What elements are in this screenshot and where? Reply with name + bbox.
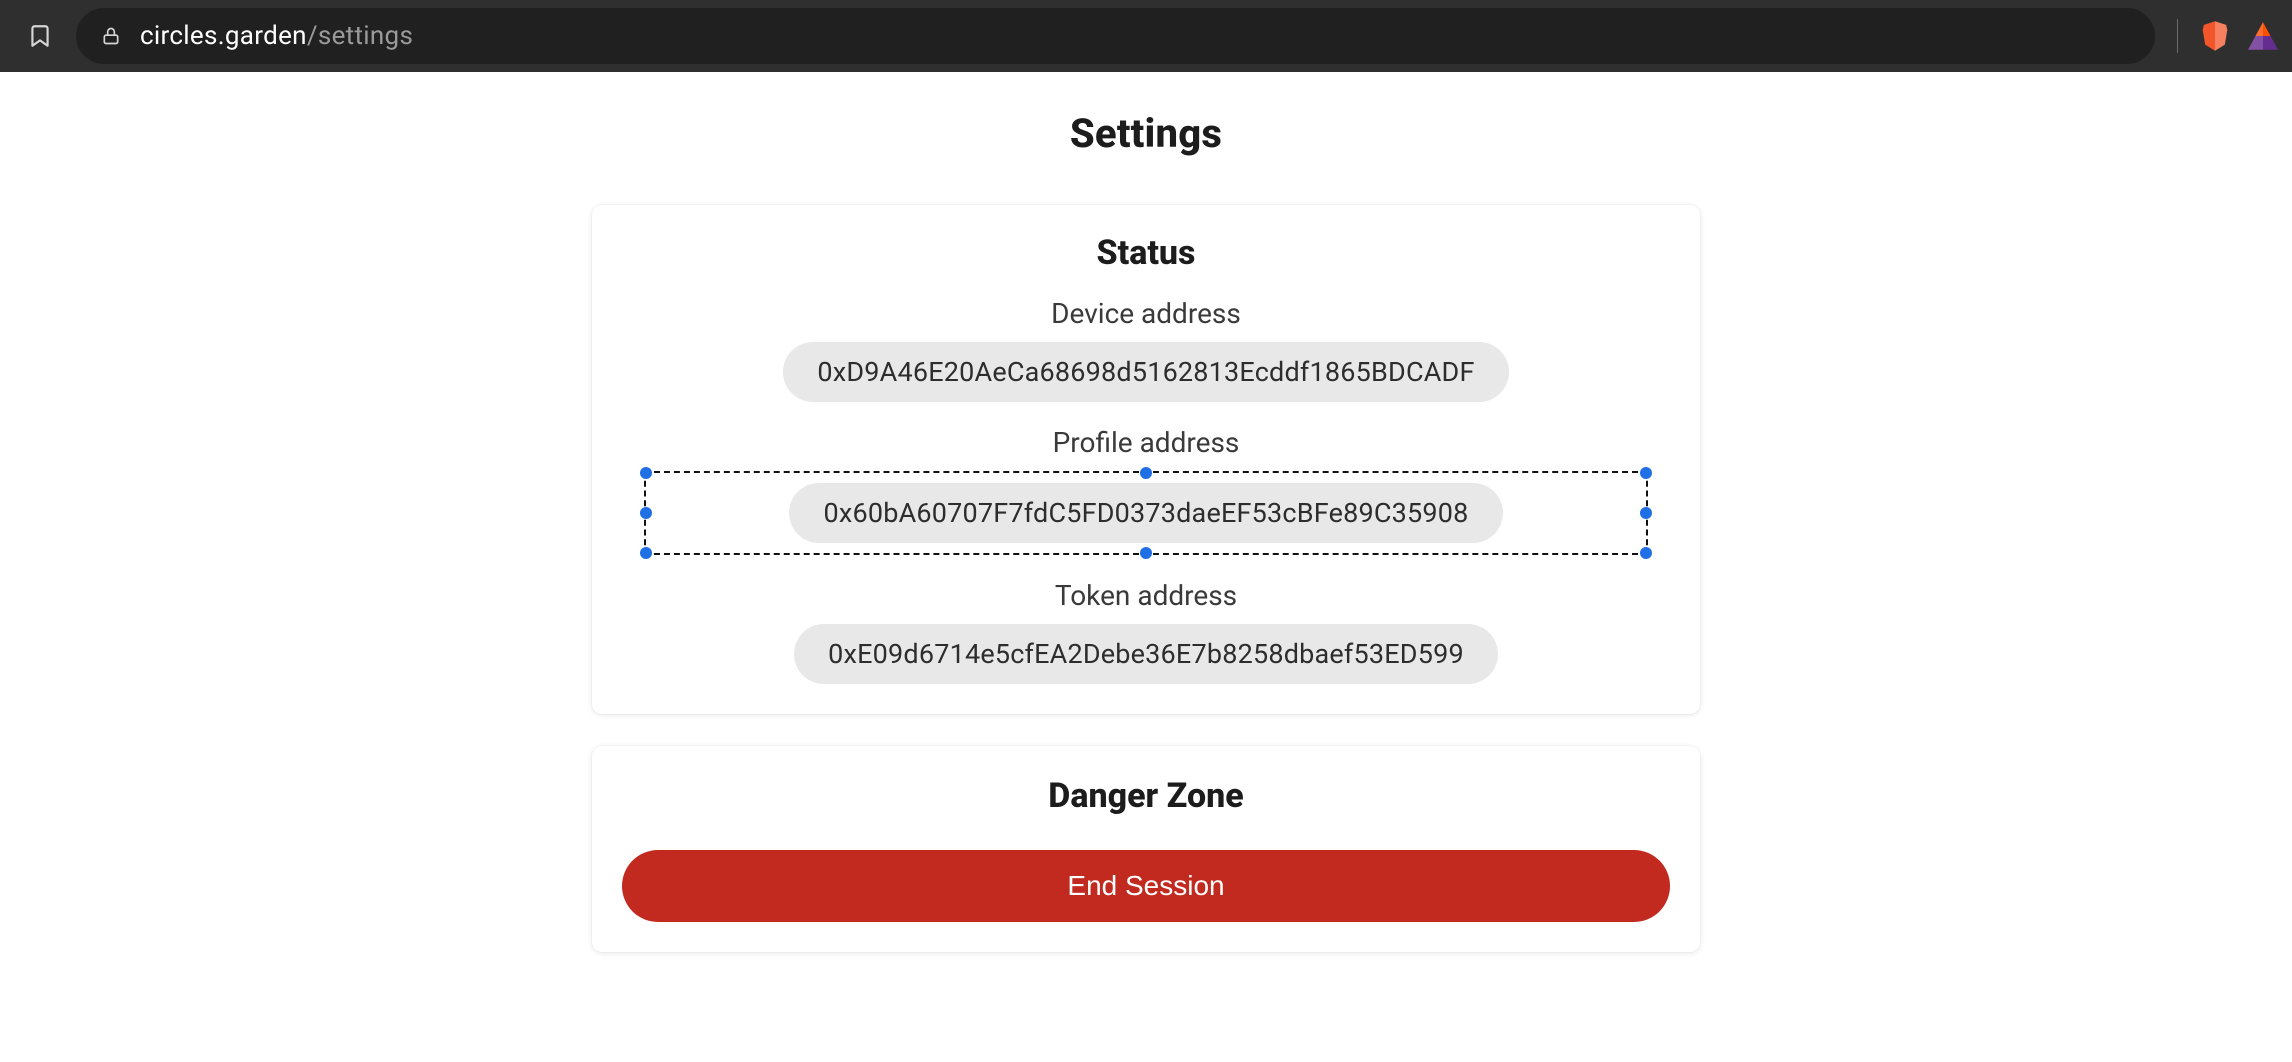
profile-address-value[interactable]: 0x60bA60707F7fdC5FD0373daeEF53cBFe89C359… — [789, 483, 1502, 543]
danger-zone-title: Danger Zone — [592, 776, 1700, 816]
url-text: circles.garden/settings — [140, 21, 413, 51]
end-session-button[interactable]: End Session — [622, 850, 1670, 922]
settings-page: Settings Status Device address 0xD9A46E2… — [0, 72, 2292, 952]
selection-handle-icon[interactable] — [1640, 547, 1652, 559]
selection-handle-icon[interactable] — [1140, 547, 1152, 559]
token-address-value[interactable]: 0xE09d6714e5cfEA2Debe36E7b8258dbaef53ED5… — [794, 624, 1498, 684]
divider — [2177, 19, 2178, 53]
selection-handle-icon[interactable] — [640, 467, 652, 479]
device-address-value[interactable]: 0xD9A46E20AeCa68698d5162813Ecddf1865BDCA… — [783, 342, 1508, 402]
status-title: Status — [592, 233, 1700, 273]
page-title: Settings — [1070, 110, 1222, 157]
bookmark-button[interactable] — [12, 8, 68, 64]
profile-address-selection[interactable]: 0x60bA60707F7fdC5FD0373daeEF53cBFe89C359… — [592, 471, 1700, 555]
selection-handle-icon[interactable] — [640, 547, 652, 559]
device-address-label: Device address — [592, 297, 1700, 330]
selection-handle-icon[interactable] — [640, 507, 652, 519]
extension-icons — [2163, 19, 2280, 53]
selection-handle-icon[interactable] — [1640, 467, 1652, 479]
url-domain: circles.garden — [140, 21, 307, 51]
status-card: Status Device address 0xD9A46E20AeCa6869… — [592, 205, 1700, 714]
profile-address-label: Profile address — [592, 426, 1700, 459]
lock-icon — [100, 25, 122, 47]
url-path: /settings — [307, 21, 413, 51]
selection-handle-icon[interactable] — [1140, 467, 1152, 479]
browser-bar: circles.garden/settings — [0, 0, 2292, 72]
bookmark-icon — [27, 23, 53, 49]
danger-zone-card: Danger Zone End Session — [592, 746, 1700, 952]
selection-handle-icon[interactable] — [1640, 507, 1652, 519]
brave-rewards-icon[interactable] — [2246, 19, 2280, 53]
token-address-label: Token address — [592, 579, 1700, 612]
address-bar[interactable]: circles.garden/settings — [76, 8, 2155, 64]
brave-shields-icon[interactable] — [2198, 19, 2232, 53]
